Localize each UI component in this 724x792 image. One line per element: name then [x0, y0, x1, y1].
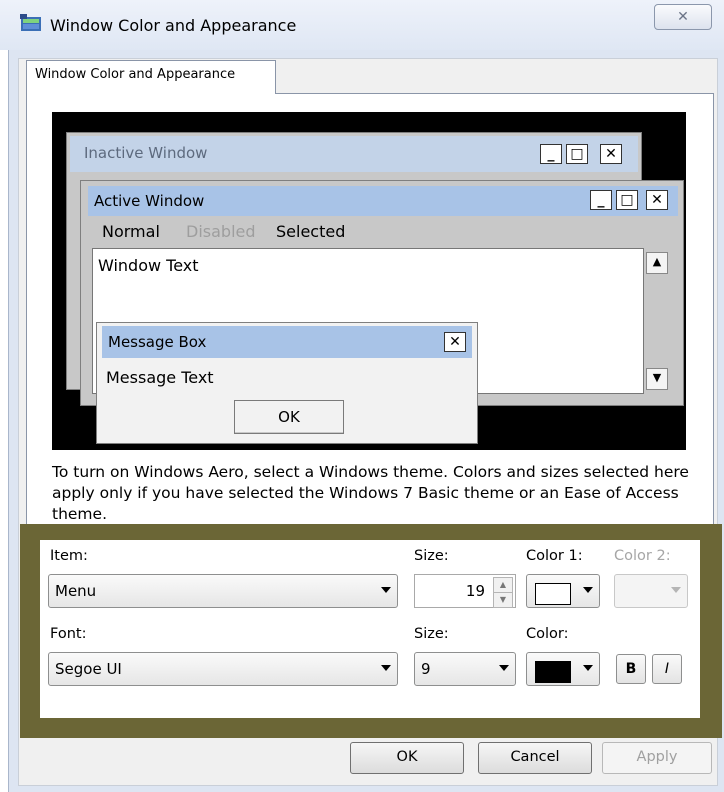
font-size-label: Size:	[414, 626, 449, 642]
item-value: Menu	[55, 582, 97, 600]
font-size-dropdown[interactable]: 9	[414, 652, 516, 686]
item-label: Item:	[50, 548, 88, 564]
close-button[interactable]: ✕	[654, 4, 712, 30]
close-icon: ✕	[677, 9, 689, 25]
menu-selected: Selected	[276, 222, 346, 241]
color1-picker[interactable]	[526, 574, 600, 608]
cancel-button[interactable]: Cancel	[478, 742, 592, 774]
message-box-close-icon: ✕	[444, 332, 466, 352]
ok-button[interactable]: OK	[350, 742, 464, 774]
font-label: Font:	[50, 626, 87, 642]
tab-label: Window Color and Appearance	[35, 67, 236, 82]
aero-description: To turn on Windows Aero, select a Window…	[52, 463, 689, 523]
item-size-label: Size:	[414, 548, 449, 564]
italic-button[interactable]: I	[652, 654, 682, 684]
menu-normal: Normal	[102, 222, 160, 241]
active-minimize-icon: _	[590, 190, 612, 210]
inactive-window-title: Inactive Window	[84, 144, 208, 162]
chevron-down-icon	[671, 587, 681, 593]
chevron-down-icon	[583, 665, 593, 671]
message-box-ok-button: OK	[234, 400, 344, 434]
scroll-down-icon: ▼	[646, 368, 668, 390]
active-maximize-icon: □	[616, 190, 638, 210]
color2-label: Color 2:	[614, 548, 671, 564]
font-color-label: Color:	[526, 626, 569, 642]
message-text: Message Text	[106, 368, 214, 387]
item-dropdown[interactable]: Menu	[48, 574, 398, 608]
font-value: Segoe UI	[55, 660, 122, 678]
window-title: Window Color and Appearance	[50, 16, 297, 35]
chevron-down-icon	[381, 665, 391, 671]
active-window-title: Active Window	[94, 192, 205, 210]
color2-picker	[614, 574, 688, 608]
window-text: Window Text	[98, 256, 199, 275]
inactive-maximize-icon: □	[566, 144, 588, 164]
message-box-title: Message Box	[108, 333, 207, 351]
font-dropdown[interactable]: Segoe UI	[48, 652, 398, 686]
stepper-up-icon[interactable]: ▲	[493, 577, 513, 593]
scroll-up-icon: ▲	[646, 252, 668, 274]
color1-label: Color 1:	[526, 548, 583, 564]
app-icon	[20, 14, 42, 34]
font-size-value: 9	[421, 660, 431, 678]
active-close-icon: ✕	[646, 190, 668, 210]
chevron-down-icon	[381, 587, 391, 593]
font-color-picker[interactable]	[526, 652, 600, 686]
inactive-close-icon: ✕	[600, 144, 622, 164]
stepper-down-icon[interactable]: ▼	[493, 592, 513, 608]
inactive-minimize-icon: _	[540, 144, 562, 164]
controls-panel	[40, 540, 700, 718]
tab-window-color-and-appearance[interactable]: Window Color and Appearance	[26, 60, 276, 94]
color1-swatch	[535, 583, 571, 605]
apply-button: Apply	[602, 742, 712, 774]
bold-button[interactable]: B	[616, 654, 646, 684]
chevron-down-icon	[499, 665, 509, 671]
item-size-stepper[interactable]: 19 ▲ ▼	[414, 574, 516, 608]
menu-disabled: Disabled	[186, 222, 256, 241]
message-box-caption: Message Box	[102, 326, 472, 358]
font-color-swatch	[535, 661, 571, 683]
chevron-down-icon	[583, 587, 593, 593]
item-size-value: 19	[465, 582, 485, 600]
